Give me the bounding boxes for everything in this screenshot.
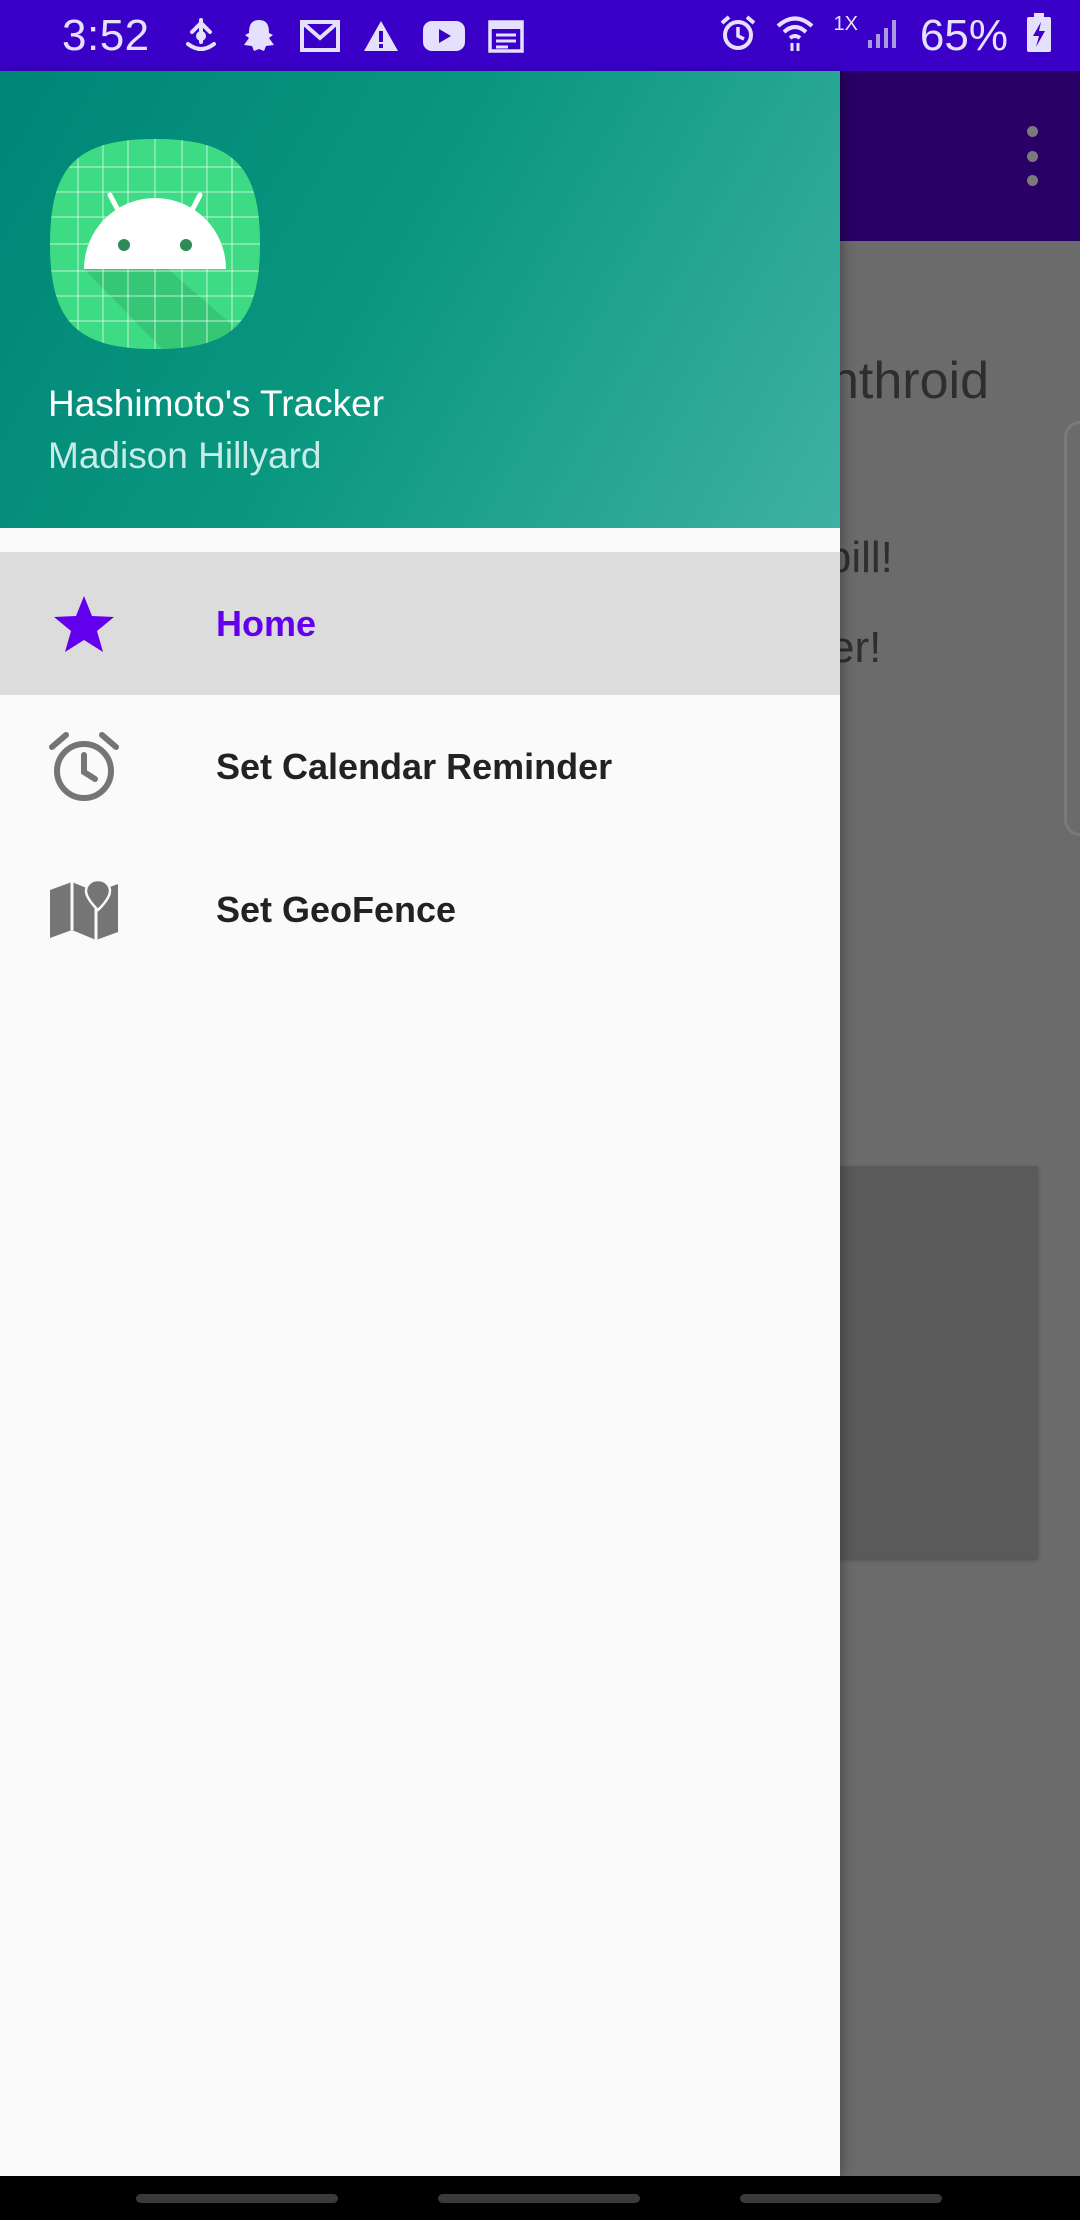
status-bar: 3:52 1X 65% xyxy=(0,0,1080,71)
gmail-icon xyxy=(299,19,340,52)
drawer-item-set-calendar-reminder[interactable]: Set Calendar Reminder xyxy=(0,695,840,838)
system-navigation-bar xyxy=(0,2176,1080,2220)
android-app-logo-icon xyxy=(48,137,262,351)
drawer-menu: Home Set Calendar Reminder Set GeoFence xyxy=(0,552,840,981)
alarm-icon xyxy=(719,14,757,57)
more-vert-icon[interactable] xyxy=(1012,126,1052,186)
drawer-item-label: Home xyxy=(216,602,317,644)
battery-charging-icon xyxy=(1026,13,1052,58)
background-title: nthroid xyxy=(830,352,989,410)
edge-panel-handle[interactable] xyxy=(1064,421,1080,836)
drawer-app-title: Hashimoto's Tracker xyxy=(48,383,385,424)
map-pin-icon xyxy=(46,872,122,948)
signal-icon xyxy=(866,16,902,55)
back-button[interactable] xyxy=(740,2194,942,2203)
drawer-user-name: Madison Hillyard xyxy=(48,435,322,476)
drawer-item-set-geofence[interactable]: Set GeoFence xyxy=(0,838,840,981)
youtube-icon xyxy=(422,20,466,52)
calendar-icon xyxy=(487,19,524,53)
wifi-icon xyxy=(775,13,815,58)
status-time: 3:52 xyxy=(62,10,150,60)
battery-percent: 65% xyxy=(919,10,1008,60)
screen: 3:52 1X 65% nthroid r pill! er! Hashimot… xyxy=(0,0,1080,2220)
system-icons: 1X 65% xyxy=(719,11,1052,61)
drawer-header: Hashimoto's Tracker Madison Hillyard xyxy=(0,71,840,528)
network-speed: 1X xyxy=(833,13,858,35)
sailboat-icon xyxy=(184,17,218,54)
drawer-item-label: Set Calendar Reminder xyxy=(216,745,613,787)
notification-icons xyxy=(184,17,524,55)
snapchat-icon xyxy=(240,17,278,55)
warning-icon xyxy=(362,19,400,53)
navigation-drawer: Hashimoto's Tracker Madison Hillyard Hom… xyxy=(0,71,840,2176)
alarm-clock-icon xyxy=(46,729,122,805)
drawer-item-label: Set GeoFence xyxy=(216,888,457,930)
drawer-item-home[interactable]: Home xyxy=(0,552,840,695)
background-card xyxy=(820,1166,1038,1558)
star-icon xyxy=(46,586,122,662)
home-button[interactable] xyxy=(438,2194,640,2203)
recents-button[interactable] xyxy=(136,2194,338,2203)
